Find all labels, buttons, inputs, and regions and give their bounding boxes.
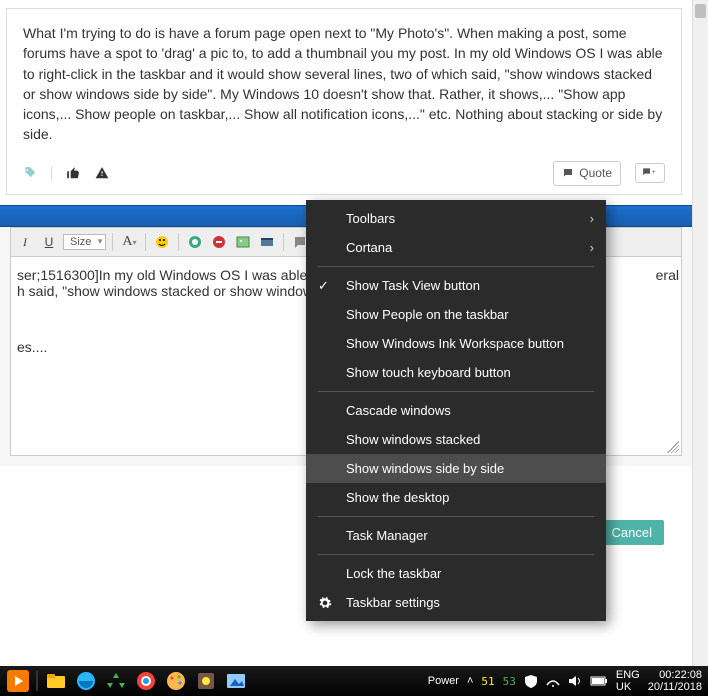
context-menu-item[interactable]: Show windows side by side <box>306 454 606 483</box>
context-menu-item[interactable]: Toolbars › <box>306 204 606 233</box>
context-menu-item[interactable]: Lock the taskbar <box>306 559 606 588</box>
multiquote-button[interactable]: + <box>635 163 665 183</box>
context-menu-label: Task Manager <box>346 528 428 543</box>
context-menu-label: Show windows side by side <box>346 461 504 476</box>
cancel-button[interactable]: Cancel <box>600 520 664 545</box>
separator <box>112 233 113 251</box>
taskbar-app-recycle[interactable] <box>102 668 130 694</box>
tray-defender-icon[interactable] <box>524 674 538 688</box>
context-menu-label: Taskbar settings <box>346 595 440 610</box>
context-menu-label: Toolbars <box>346 211 395 226</box>
context-menu-label: Cascade windows <box>346 403 451 418</box>
taskbar-app-chrome[interactable] <box>132 668 160 694</box>
context-menu-item[interactable]: Show windows stacked <box>306 425 606 454</box>
italic-button[interactable]: I <box>15 232 35 252</box>
editor-text-fragment: eral <box>656 267 679 283</box>
warning-icon[interactable] <box>94 166 110 180</box>
context-menu-item[interactable]: Taskbar settings <box>306 588 606 617</box>
context-menu-label: Show touch keyboard button <box>346 365 511 380</box>
tray-volume-icon[interactable] <box>568 674 582 688</box>
forum-post: What I'm trying to do is have a forum pa… <box>6 8 682 195</box>
context-menu-item[interactable]: Show touch keyboard button <box>306 358 606 387</box>
video-icon[interactable] <box>257 232 277 252</box>
separator <box>178 233 179 251</box>
context-menu-label: Show windows stacked <box>346 432 480 447</box>
tag-icon[interactable] <box>23 166 37 180</box>
separator <box>36 671 38 691</box>
separator <box>283 233 284 251</box>
tray-chevron-up-icon[interactable]: ˄ <box>467 675 473 687</box>
resize-handle[interactable] <box>667 441 679 453</box>
taskbar-app-explorer[interactable] <box>42 668 70 694</box>
font-color-button[interactable]: A▾ <box>119 232 139 252</box>
context-menu-separator <box>318 391 594 392</box>
post-actions: Quote + <box>23 161 665 186</box>
context-menu-label: Show Task View button <box>346 278 480 293</box>
context-menu-item[interactable]: Cascade windows <box>306 396 606 425</box>
editor-text-fragment: ser;1516300]In my old Windows OS I was a… <box>17 267 315 283</box>
context-menu-item[interactable]: Task Manager <box>306 521 606 550</box>
unlink-icon[interactable] <box>209 232 229 252</box>
quote-button[interactable]: Quote <box>553 161 621 186</box>
context-menu-separator <box>318 516 594 517</box>
image-icon[interactable] <box>233 232 253 252</box>
separator <box>145 233 146 251</box>
tray-language[interactable]: ENG UK <box>616 669 640 693</box>
context-menu-item[interactable]: Show Task View button ✓ <box>306 271 606 300</box>
context-menu-label: Show People on the taskbar <box>346 307 509 322</box>
link-icon[interactable] <box>185 232 205 252</box>
taskbar-context-menu: Toolbars›Cortana›Show Task View button✓S… <box>306 200 606 621</box>
gear-icon <box>318 596 332 610</box>
quote-label: Quote <box>579 165 612 182</box>
context-menu-label: Cortana <box>346 240 392 255</box>
tray-temp-1: 51 <box>481 675 494 688</box>
separator <box>51 166 52 180</box>
taskbar-app-media[interactable] <box>4 668 32 694</box>
vertical-scrollbar[interactable]: ▲ ▼ <box>692 0 708 680</box>
underline-button[interactable]: U <box>39 232 59 252</box>
taskbar-app-browser[interactable] <box>72 668 100 694</box>
system-tray: Power ˄ 51 53 ENG UK 00:22:08 20/11/2018 <box>428 669 708 693</box>
thumbs-up-icon[interactable] <box>66 166 80 180</box>
power-label: Power <box>428 675 459 687</box>
context-menu-label: Show Windows Ink Workspace button <box>346 336 564 351</box>
context-menu-label: Lock the taskbar <box>346 566 441 581</box>
taskbar-app-paint[interactable] <box>162 668 190 694</box>
svg-text:+: + <box>652 170 656 177</box>
context-menu-item[interactable]: Show Windows Ink Workspace button <box>306 329 606 358</box>
context-menu-item[interactable]: Show the desktop <box>306 483 606 512</box>
context-menu-separator <box>318 266 594 267</box>
context-menu-item[interactable]: Show People on the taskbar <box>306 300 606 329</box>
context-menu-label: Show the desktop <box>346 490 449 505</box>
font-size-select[interactable]: Size <box>63 234 106 250</box>
taskbar-apps <box>0 668 250 694</box>
taskbar-app-generic[interactable] <box>192 668 220 694</box>
smiley-icon[interactable] <box>152 232 172 252</box>
tray-temp-2: 53 <box>503 675 516 688</box>
post-body: What I'm trying to do is have a forum pa… <box>23 23 665 145</box>
chevron-right-icon: › <box>590 240 594 255</box>
tray-battery-icon[interactable] <box>590 675 608 687</box>
context-menu-separator <box>318 554 594 555</box>
scroll-thumb[interactable] <box>695 4 706 18</box>
chevron-right-icon: › <box>590 211 594 226</box>
taskbar[interactable]: Power ˄ 51 53 ENG UK 00:22:08 20/11/2018 <box>0 666 708 696</box>
tray-network-icon[interactable] <box>546 674 560 688</box>
tray-clock[interactable]: 00:22:08 20/11/2018 <box>648 669 702 693</box>
context-menu-item[interactable]: Cortana › <box>306 233 606 262</box>
check-icon: ✓ <box>318 278 329 294</box>
taskbar-app-photos[interactable] <box>222 668 250 694</box>
